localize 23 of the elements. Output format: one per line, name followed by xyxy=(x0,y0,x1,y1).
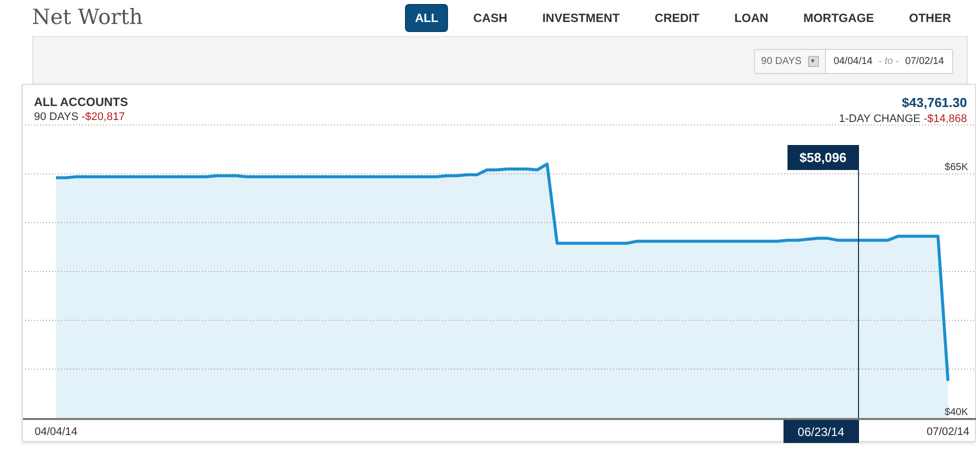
balance: $43,761.30 xyxy=(900,94,967,112)
annotation: $58,096 xyxy=(800,150,846,165)
category-tab[interactable]: ALL xyxy=(406,5,448,31)
card-title: ALL ACCOUNTS xyxy=(34,94,128,111)
x-axis-label: 07/02/14 xyxy=(926,426,970,438)
end-date[interactable]: 07/02/14 xyxy=(905,54,944,69)
range-separator: - to - xyxy=(878,55,900,69)
category-tab[interactable]: CASH xyxy=(464,5,516,31)
y-axis-label: $40K xyxy=(944,407,968,418)
y-axis-label: $65K xyxy=(944,162,968,173)
period-dropdown[interactable]: 90 DAYS xyxy=(755,50,808,73)
category-tab[interactable]: OTHER xyxy=(900,5,960,31)
category-tab[interactable]: INVESTMENT xyxy=(533,5,629,31)
hover-value: $58,096 xyxy=(788,145,859,170)
hover-date: 06/23/14 xyxy=(784,420,859,443)
day-change: 1-DAY CHANGE -$14,868 xyxy=(839,112,967,126)
category-tab[interactable]: MORTGAGE xyxy=(794,5,883,31)
start-date[interactable]: 04/04/14 xyxy=(834,54,872,69)
page-title: Net Worth xyxy=(32,4,143,32)
category-tab[interactable]: CREDIT xyxy=(646,5,708,31)
category-tab[interactable]: LOAN xyxy=(725,5,778,31)
period-change: 90 DAYS -$20,817 xyxy=(34,111,126,124)
x-axis-label: 04/04/14 xyxy=(34,426,78,438)
